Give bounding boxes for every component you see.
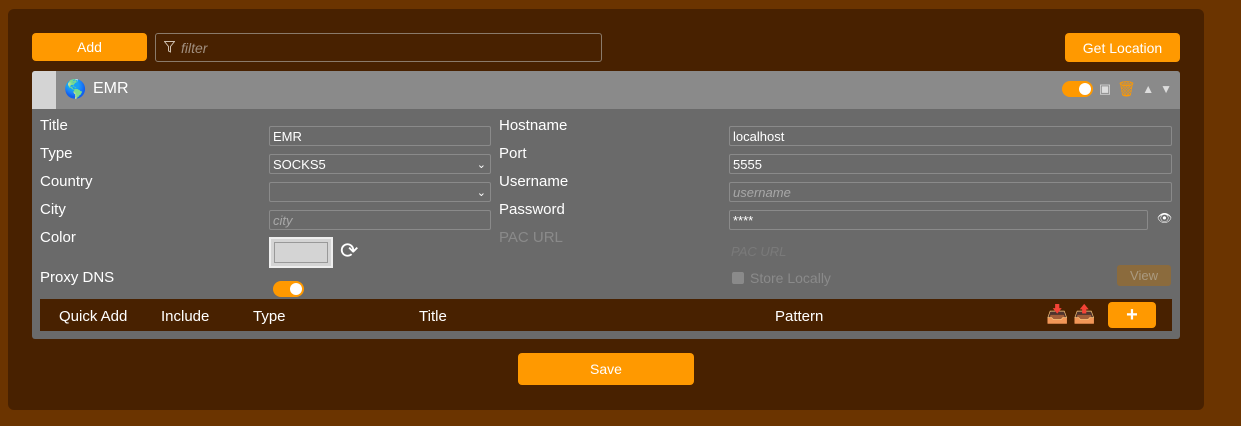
- store-locally-label: Store Locally: [750, 270, 831, 286]
- country-label: Country: [40, 173, 93, 190]
- hostname-label: Hostname: [499, 117, 568, 134]
- city-label: City: [40, 201, 66, 218]
- username-label: Username: [499, 173, 569, 190]
- pac-url-label: PAC URL: [499, 229, 563, 246]
- proxy-card-header[interactable]: 🌎 EMR ▣ 🗑 ▲ ▼: [32, 71, 1180, 109]
- title-label: Title: [40, 117, 68, 134]
- column-title: Title: [419, 308, 447, 325]
- port-field[interactable]: [729, 154, 1172, 174]
- port-label: Port: [499, 145, 527, 162]
- duplicate-icon[interactable]: ▣: [1099, 81, 1111, 97]
- proxy-dns-label: Proxy DNS: [40, 269, 115, 286]
- patterns-table-header: Quick Add Include Type Title Pattern 📥 📤…: [40, 299, 1172, 331]
- filter-input[interactable]: [181, 39, 581, 56]
- column-type: Type: [253, 308, 286, 325]
- save-button[interactable]: Save: [518, 353, 694, 385]
- proxy-dns-toggle[interactable]: [273, 281, 304, 297]
- country-select[interactable]: ⌄: [269, 182, 491, 202]
- store-locally-option[interactable]: Store Locally: [732, 270, 831, 286]
- pac-url-field[interactable]: PAC URL: [731, 244, 786, 259]
- globe-icon: 🌎: [64, 79, 87, 99]
- proxy-card: 🌎 EMR ▣ 🗑 ▲ ▼ Title Type SOCKS5 ⌄ Countr…: [32, 71, 1180, 339]
- color-picker[interactable]: [269, 237, 333, 268]
- proxy-title: EMR: [93, 80, 129, 97]
- add-button[interactable]: Add: [32, 33, 147, 61]
- type-value: SOCKS5: [273, 156, 326, 172]
- password-field[interactable]: [729, 210, 1148, 230]
- chevron-down-icon: ⌄: [476, 158, 486, 171]
- export-icon[interactable]: 📤: [1073, 304, 1095, 325]
- city-field[interactable]: [269, 210, 491, 230]
- proxy-header-actions: ▣ 🗑 ▲ ▼: [1061, 80, 1172, 98]
- move-down-icon[interactable]: ▼: [1160, 82, 1172, 96]
- proxy-enable-toggle[interactable]: [1061, 81, 1093, 97]
- password-label: Password: [499, 201, 565, 218]
- get-location-button[interactable]: Get Location: [1065, 33, 1180, 62]
- column-quick-add: Quick Add: [59, 308, 128, 325]
- delete-icon[interactable]: 🗑: [1117, 80, 1136, 98]
- type-label: Type: [40, 145, 73, 162]
- eye-icon[interactable]: 👁: [1157, 211, 1172, 225]
- username-field[interactable]: [729, 182, 1172, 202]
- move-up-icon[interactable]: ▲: [1142, 82, 1154, 96]
- view-button[interactable]: View: [1117, 265, 1171, 286]
- color-label: Color: [40, 229, 76, 246]
- hostname-field[interactable]: [729, 126, 1172, 146]
- add-pattern-button[interactable]: +: [1108, 302, 1156, 328]
- filter-icon: [163, 40, 176, 56]
- chevron-down-icon: ⌄: [476, 186, 486, 199]
- import-icon[interactable]: 📥: [1046, 304, 1068, 325]
- column-include: Include: [161, 308, 210, 325]
- title-field[interactable]: [269, 126, 491, 146]
- main-panel: Add Get Location 🌎 EMR ▣ 🗑 ▲ ▼ Title Typ…: [8, 9, 1204, 410]
- filter-field[interactable]: [155, 33, 602, 62]
- refresh-icon[interactable]: ⟳: [340, 238, 358, 264]
- type-select[interactable]: SOCKS5 ⌄: [269, 154, 491, 174]
- column-pattern: Pattern: [775, 308, 824, 325]
- store-locally-checkbox[interactable]: [732, 272, 744, 284]
- proxy-color-strip: [32, 71, 56, 109]
